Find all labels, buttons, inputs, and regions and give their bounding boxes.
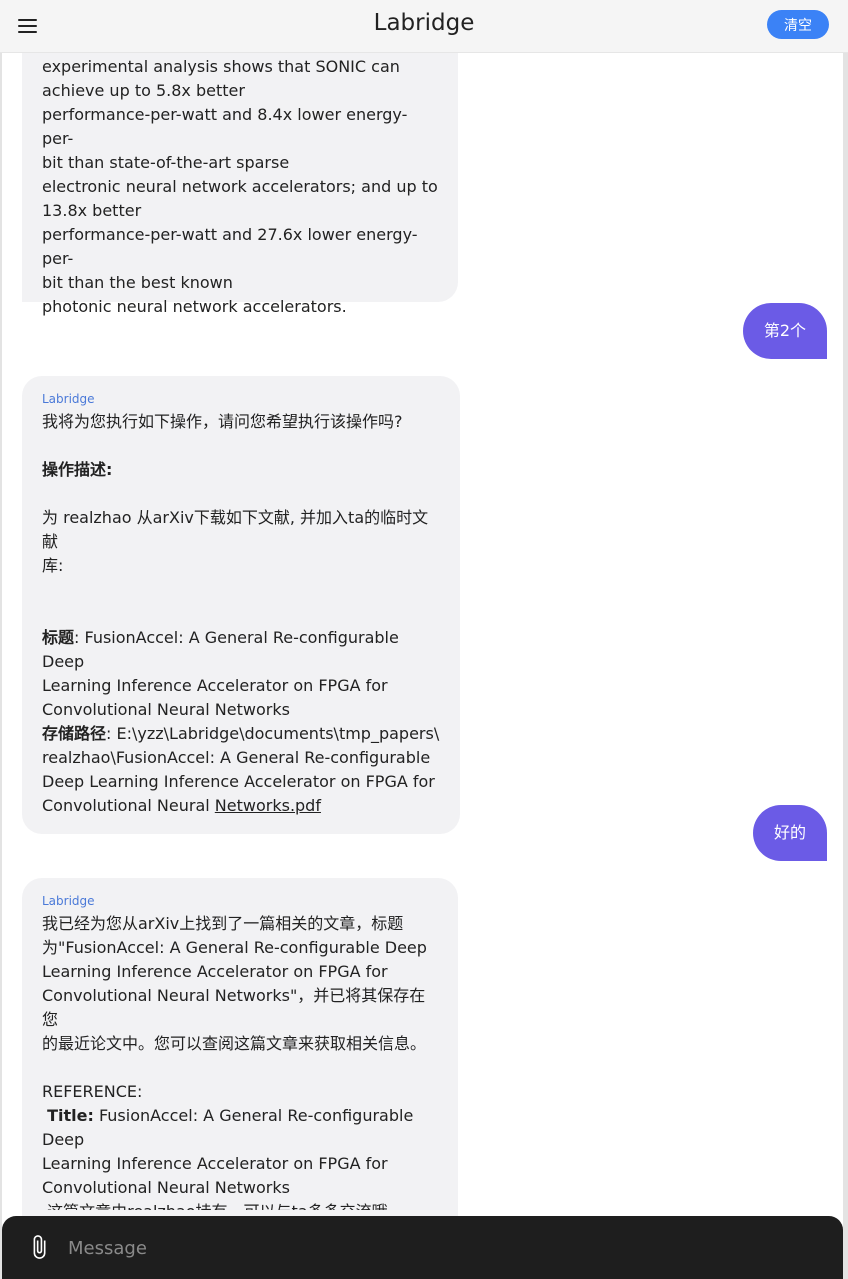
reference-title-text: FusionAccel: A General Re-configurable D… [42,1106,419,1149]
message-line: experimental analysis shows that SONIC c… [42,57,400,76]
path-last-line: Convolutional Neural Networks.pdf [42,794,440,818]
message-line: bit than the best known [42,273,233,292]
message-line: photonic neural network accelerators. [42,297,347,316]
path-line: 存储路径: E:\yzz\Labridge\documents\tmp_pape… [42,722,440,746]
operation-heading: 操作描述: [42,460,113,479]
sender-name: Labridge [42,392,95,406]
reference-heading: REFERENCE: [42,1082,143,1101]
app-title: Labridge [373,10,475,36]
path-prefix: Convolutional Neural [42,796,215,815]
bot-message: Labridge 我已经为您从arXiv上找到了一篇相关的文章，标题 为"Fus… [22,878,458,1240]
reference-title-line: Title: FusionAccel: A General Re-configu… [42,1104,438,1152]
user-message: 第2个 [742,303,827,359]
message-composer [2,1216,843,1279]
pdf-link[interactable]: Networks.pdf [215,796,321,815]
message-line: performance-per-watt and 8.4x lower ener… [42,105,408,148]
message-line: Learning Inference Accelerator on FPGA f… [42,1154,388,1173]
message-input[interactable] [66,1232,810,1264]
sender-name: Labridge [42,894,95,908]
message-line: 的最近论文中。您可以查阅这篇文章来获取相关信息。 [42,1034,427,1053]
message-line: realzhao\FusionAccel: A General Re-confi… [42,748,431,767]
user-message: 好的 [752,805,827,861]
message-line: 库: [42,556,64,575]
clear-button[interactable]: 清空 [767,10,829,39]
message-line: 为 realzhao 从arXiv下载如下文献, 并加入ta的临时文献 [42,508,429,551]
message-line: achieve up to 5.8x better [42,81,245,100]
reference-title-label: Title: [47,1106,94,1125]
title-text: : FusionAccel: A General Re-configurable… [42,628,404,671]
message-line: 13.8x better [42,201,142,220]
path-label: 存储路径 [42,724,107,743]
paperclip-icon[interactable] [26,1234,52,1260]
message-line: Learning Inference Accelerator on FPGA f… [42,676,388,695]
message-line: Convolutional Neural Networks [42,1178,290,1197]
title-line: 标题: FusionAccel: A General Re-configurab… [42,626,440,674]
message-line: 为"FusionAccel: A General Re-configurable… [42,938,427,957]
chat-app: experimental analysis shows that SONIC c… [0,0,848,1279]
message-line: 我已经为您从arXiv上找到了一篇相关的文章，标题 [42,914,404,933]
message-line: bit than state-of-the-art sparse [42,153,290,172]
top-app-bar: Labridge 清空 [0,0,848,53]
message-line: electronic neural network accelerators; … [42,177,438,196]
path-text: : E:\yzz\Labridge\documents\tmp_papers\ [106,724,440,743]
bot-message: experimental analysis shows that SONIC c… [22,20,458,316]
chat-messages: experimental analysis shows that SONIC c… [0,0,848,1279]
message-line: Convolutional Neural Networks [42,700,290,719]
message-line: Learning Inference Accelerator on FPGA f… [42,962,388,981]
message-line: Convolutional Neural Networks"，并已将其保存在您 [42,986,426,1029]
message-line: 我将为您执行如下操作，请问您希望执行该操作吗? [42,412,403,431]
bot-message: Labridge 我将为您执行如下操作，请问您希望执行该操作吗? 操作描述: 为… [22,376,460,834]
message-line: Deep Learning Inference Accelerator on F… [42,772,435,791]
title-label: 标题 [42,628,75,647]
message-line: performance-per-watt and 27.6x lower ene… [42,225,418,268]
